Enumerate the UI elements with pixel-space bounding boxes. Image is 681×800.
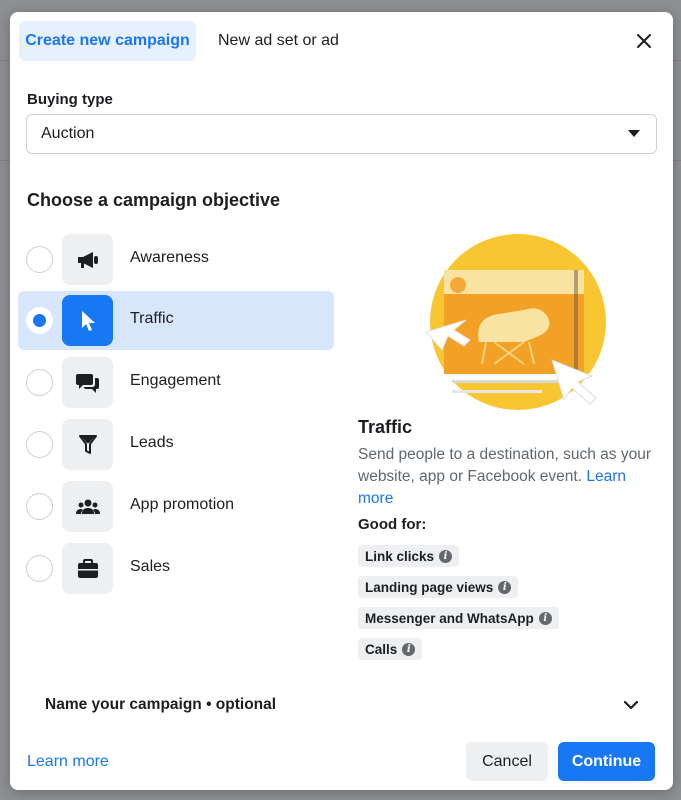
chip-messenger-whatsapp: Messenger and WhatsApp i: [358, 607, 559, 629]
good-for-label: Good for:: [358, 516, 427, 533]
cursor-icon: [62, 295, 113, 346]
buying-type-select[interactable]: Auction: [26, 114, 657, 154]
continue-button[interactable]: Continue: [558, 742, 655, 781]
people-icon: [62, 481, 113, 532]
objective-label: Sales: [130, 558, 171, 575]
tab-create-new-campaign[interactable]: Create new campaign: [19, 21, 196, 61]
chip-label: Messenger and WhatsApp: [365, 610, 534, 626]
chevron-down-icon: [624, 700, 638, 709]
footer-learn-more-link[interactable]: Learn more: [27, 753, 109, 771]
buying-type-label: Buying type: [27, 91, 113, 108]
create-campaign-dialog: Create new campaign New ad set or ad Buy…: [10, 12, 673, 790]
objective-label: Leads: [130, 434, 174, 451]
objective-traffic[interactable]: Traffic: [18, 291, 334, 350]
objective-label: App promotion: [130, 496, 235, 513]
chip-label: Link clicks: [365, 548, 435, 564]
chip-link-clicks: Link clicks i: [358, 545, 460, 567]
objective-leads[interactable]: Leads: [18, 415, 334, 474]
close-button[interactable]: [629, 26, 659, 56]
briefcase-icon: [62, 543, 113, 594]
chip-label: Landing page views: [365, 579, 494, 595]
objective-detail-title: Traffic: [358, 417, 413, 437]
traffic-illustration: [425, 234, 606, 410]
info-icon[interactable]: i: [402, 642, 416, 656]
objective-radio[interactable]: [26, 493, 53, 520]
chip-landing-page-views: Landing page views i: [358, 576, 519, 598]
objective-label: Traffic: [130, 310, 174, 327]
objective-detail-description: Send people to a destination, such as yo…: [358, 444, 658, 510]
objective-app-promotion[interactable]: App promotion: [18, 477, 334, 536]
objective-label: Engagement: [130, 372, 221, 389]
objective-radio[interactable]: [26, 431, 53, 458]
filter-icon: [62, 419, 113, 470]
chip-label: Calls: [365, 641, 398, 657]
objective-radio[interactable]: [26, 246, 53, 273]
tab-new-ad-set-or-ad[interactable]: New ad set or ad: [208, 21, 349, 61]
cancel-button[interactable]: Cancel: [466, 742, 548, 781]
objective-radio[interactable]: [26, 369, 53, 396]
objective-awareness[interactable]: Awareness: [18, 230, 334, 289]
close-icon: [637, 34, 651, 48]
caret-down-icon: [628, 130, 640, 137]
name-campaign-section[interactable]: Name your campaign • optional: [45, 696, 276, 714]
info-icon[interactable]: i: [538, 611, 552, 625]
expand-name-section-button[interactable]: [619, 693, 643, 717]
chip-calls: Calls i: [358, 638, 423, 660]
objective-radio[interactable]: [26, 555, 53, 582]
objective-heading: Choose a campaign objective: [27, 190, 281, 210]
megaphone-icon: [62, 234, 113, 285]
info-icon[interactable]: i: [498, 580, 512, 594]
buying-type-value: Auction: [41, 125, 95, 142]
objective-radio-selected[interactable]: [26, 307, 53, 334]
objective-sales[interactable]: Sales: [18, 539, 334, 598]
info-icon[interactable]: i: [439, 549, 453, 563]
objective-label: Awareness: [130, 249, 209, 266]
chat-bubbles-icon: [62, 357, 113, 408]
objective-engagement[interactable]: Engagement: [18, 353, 334, 412]
